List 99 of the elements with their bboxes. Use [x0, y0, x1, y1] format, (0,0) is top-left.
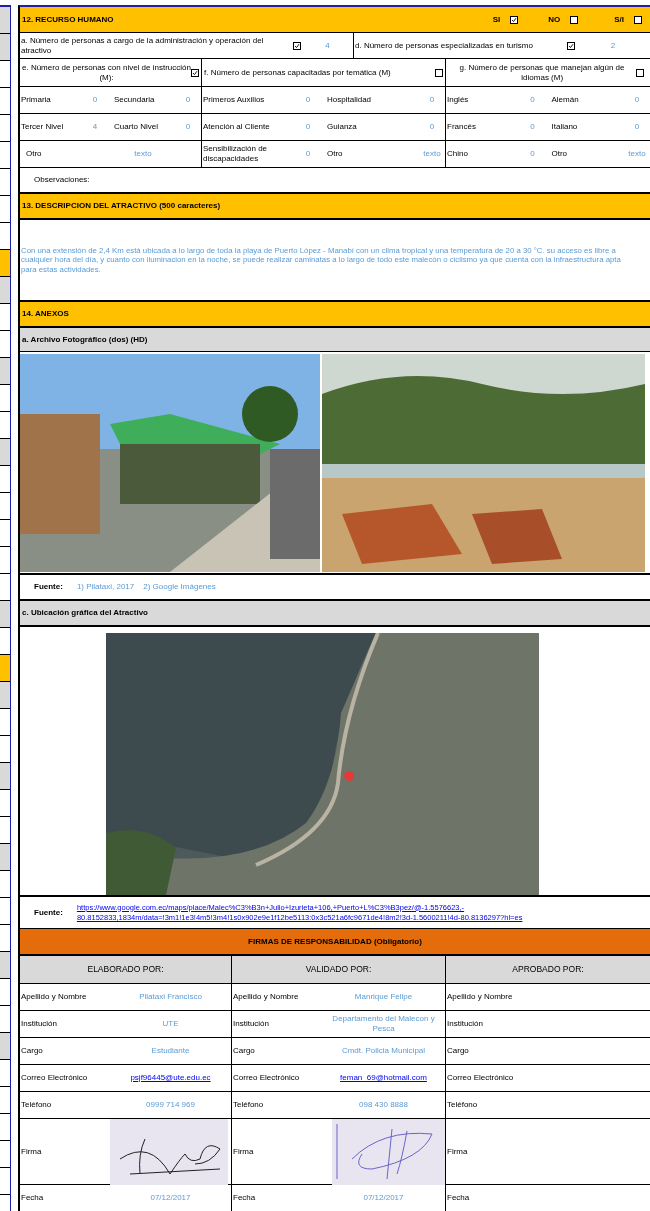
- field-label: Inglés: [447, 95, 470, 105]
- field-label: Secundaria: [114, 95, 156, 105]
- field-value: Pilataxi Francisco: [138, 992, 203, 1002]
- section-title: 13. DESCRIPCION DEL ATRACTIVO (500 caracteres): [22, 200, 221, 212]
- source-text: 2) Google Imágenes: [143, 581, 216, 593]
- email-link[interactable]: feman_69@hotmail.com: [340, 1072, 427, 1084]
- section-title: 14. ANEXOS: [22, 308, 69, 320]
- field-value: 098 430 8888: [358, 1100, 409, 1110]
- field-value: 4: [91, 121, 99, 133]
- field-label: Institución: [20, 1018, 59, 1030]
- field-label: Cargo: [232, 1045, 256, 1057]
- field-value: 2: [609, 39, 617, 52]
- field-label: Francés: [447, 122, 477, 132]
- option-label: S/I: [614, 13, 624, 26]
- field-label: Tercer Nivel: [21, 122, 65, 132]
- field-label: Chino: [447, 149, 469, 159]
- field-value: 0: [91, 94, 99, 106]
- field-value: 0: [428, 121, 436, 133]
- field-label: Teléfono: [232, 1099, 265, 1111]
- field-label: Teléfono: [20, 1099, 53, 1111]
- field-value: 0: [529, 121, 536, 133]
- field-label: Apellido y Nombre: [232, 991, 300, 1003]
- field-value: 0: [428, 94, 436, 106]
- field-label: Guianza: [327, 122, 358, 132]
- field-label: Hospitalidad: [327, 95, 373, 105]
- field-label: Apellido y Nombre: [20, 991, 88, 1003]
- section-title: c. Ubicación gráfica del Atractivo: [22, 607, 148, 619]
- field-value: 0: [633, 94, 641, 106]
- email-link[interactable]: psjf96445@ute.edu.ec: [130, 1072, 211, 1084]
- field-label: Otro: [551, 149, 569, 159]
- field-value: 07/12/2017: [362, 1193, 405, 1203]
- field-label: Firma: [232, 1145, 255, 1158]
- column-title: ELABORADO POR:: [87, 963, 164, 976]
- checkbox[interactable]: [634, 15, 642, 24]
- field-label: Correo Electrónico: [446, 1072, 515, 1084]
- field-label: g. Número de personas que manejan algún de Idiomas (M): [458, 62, 626, 83]
- checkbox[interactable]: [567, 41, 575, 50]
- field-label: Fecha: [20, 1192, 45, 1204]
- field-label: f. Número de personas capacitadas por temática (M): [204, 67, 392, 78]
- field-label: Firma: [20, 1145, 43, 1158]
- checkbox[interactable]: [510, 15, 519, 24]
- field-value: 0: [529, 94, 536, 106]
- field-value: UTE: [161, 1019, 180, 1029]
- field-label: e. Número de personas con nivel de instrucción (M):: [22, 62, 191, 83]
- field-value: Manrique Felipe: [353, 992, 414, 1002]
- field-label: Alemán: [551, 95, 580, 105]
- section-title: FIRMAS DE RESPONSABILIDAD (Obligatorio): [248, 935, 422, 948]
- field-label: Cuarto Nivel: [114, 122, 159, 132]
- checkbox[interactable]: [293, 41, 301, 50]
- field-value: Cmdt. Policia Municipal: [340, 1046, 427, 1056]
- field-label: Teléfono: [446, 1099, 479, 1111]
- field-label: a. Número de personas a cargo de la administración y operación del atractivo: [20, 35, 265, 56]
- field-value: 0: [633, 121, 641, 133]
- field-value: 4: [324, 39, 331, 52]
- checkbox[interactable]: [191, 68, 199, 77]
- field-label: Fecha: [232, 1192, 257, 1204]
- field-value: texto: [422, 148, 442, 160]
- field-label: Atención al Cliente: [203, 122, 271, 132]
- column-title: VALIDADO POR:: [305, 963, 372, 976]
- field-label: Observaciones:: [34, 174, 90, 186]
- field-value: 07/12/2017: [149, 1193, 192, 1203]
- source-text: 1) Pilataxi, 2017: [76, 581, 135, 593]
- field-label: Sensibilización de discapacidades: [203, 144, 269, 164]
- field-label: Cargo: [20, 1045, 44, 1057]
- column-title: APROBADO POR:: [512, 963, 584, 976]
- checkbox[interactable]: [435, 68, 443, 77]
- field-label: Primeros Auxilios: [203, 95, 266, 105]
- field-value: Departamento del Malecon y Pesca: [331, 1014, 436, 1034]
- field-value: 0: [184, 121, 192, 133]
- field-label: Correo Electrónico: [20, 1072, 89, 1084]
- field-value: Estudiante: [150, 1046, 191, 1056]
- field-label: Institución: [232, 1018, 271, 1030]
- field-value: 0: [304, 148, 312, 160]
- field-value: texto: [627, 148, 647, 160]
- field-value: 0: [529, 148, 536, 160]
- field-label: Italiano: [551, 122, 579, 132]
- field-label: Correo Electrónico: [232, 1072, 301, 1084]
- field-label: Primaria: [21, 95, 52, 105]
- field-label: Apellido y Nombre: [446, 991, 514, 1003]
- field-value: 0: [184, 94, 192, 106]
- checkbox[interactable]: [570, 15, 579, 24]
- field-label: Otro: [26, 149, 43, 159]
- field-value: 0: [304, 121, 312, 133]
- source-label: Fuente:: [34, 581, 63, 593]
- field-label: Otro: [327, 149, 344, 159]
- field-value: texto: [133, 148, 153, 160]
- section-title: 12. RECURSO HUMANO: [22, 13, 115, 26]
- field-label: Firma: [446, 1145, 469, 1158]
- checkbox[interactable]: [636, 68, 644, 77]
- field-label: Institución: [446, 1018, 485, 1030]
- field-label: d. Número de personas especializadas en turismo: [354, 39, 534, 52]
- field-value: 0: [304, 94, 312, 106]
- option-label: SI: [492, 13, 501, 26]
- option-label: NO: [548, 13, 561, 26]
- section-title: a. Archivo Fotográfico (dos) (HD): [22, 333, 148, 346]
- field-value: 0999 714 969: [145, 1100, 196, 1110]
- source-label: Fuente:: [34, 906, 63, 919]
- field-label: Fecha: [446, 1192, 471, 1204]
- field-label: Cargo: [446, 1045, 470, 1057]
